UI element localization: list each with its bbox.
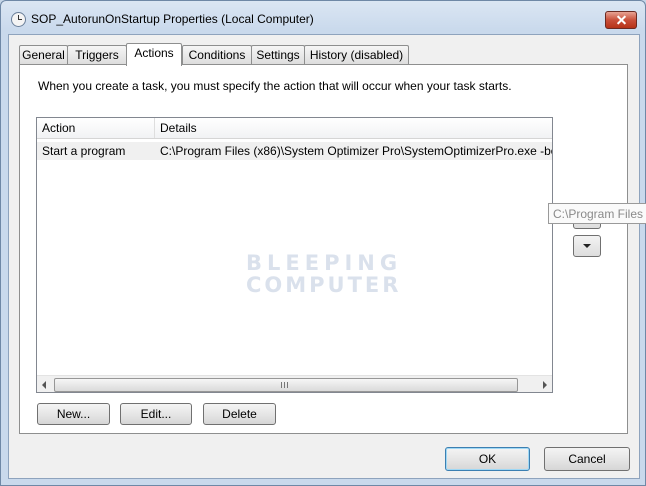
delete-button[interactable]: Delete [203,403,276,425]
clock-icon [11,12,26,27]
watermark-line-1: BLEEPING [246,251,403,275]
column-header-action[interactable]: Action [37,118,155,138]
move-down-button[interactable] [573,235,601,257]
edit-button[interactable]: Edit... [120,403,192,425]
tab-history[interactable]: History (disabled) [304,45,409,65]
ok-button[interactable]: OK [445,447,530,471]
column-header-details[interactable]: Details [155,118,552,138]
actions-panel: When you create a task, you must specify… [19,64,646,434]
scroll-thumb[interactable] [54,378,518,392]
tab-triggers[interactable]: Triggers [67,45,127,65]
cancel-button[interactable]: Cancel [544,447,630,471]
table-row[interactable]: Start a program C:\Program Files (x86)\S… [37,142,552,160]
arrow-down-icon [583,244,591,248]
scroll-left-icon[interactable] [42,381,46,389]
scroll-right-icon[interactable] [543,381,547,389]
tab-general[interactable]: General [19,45,68,65]
actions-description: When you create a task, you must specify… [38,79,512,93]
cell-action: Start a program [42,144,126,158]
watermark-line-2: COMPUTER [246,273,402,297]
horizontal-scrollbar[interactable] [37,375,552,392]
tab-conditions[interactable]: Conditions [182,45,252,65]
close-button[interactable] [605,11,637,29]
list-header: Action Details [37,118,552,139]
title-bar[interactable]: SOP_AutorunOnStartup Properties (Local C… [1,1,645,35]
tab-settings[interactable]: Settings [251,45,305,65]
properties-window: SOP_AutorunOnStartup Properties (Local C… [0,0,646,486]
cell-details: C:\Program Files (x86)\System Optimizer … [160,144,552,158]
details-tooltip: C:\Program Files (x86 [548,203,646,224]
dialog-body: General Triggers Actions Conditions Sett… [8,34,646,479]
window-title: SOP_AutorunOnStartup Properties (Local C… [31,12,314,26]
new-button[interactable]: New... [37,403,110,425]
tab-actions[interactable]: Actions [126,43,182,66]
grip-icon [281,382,289,388]
